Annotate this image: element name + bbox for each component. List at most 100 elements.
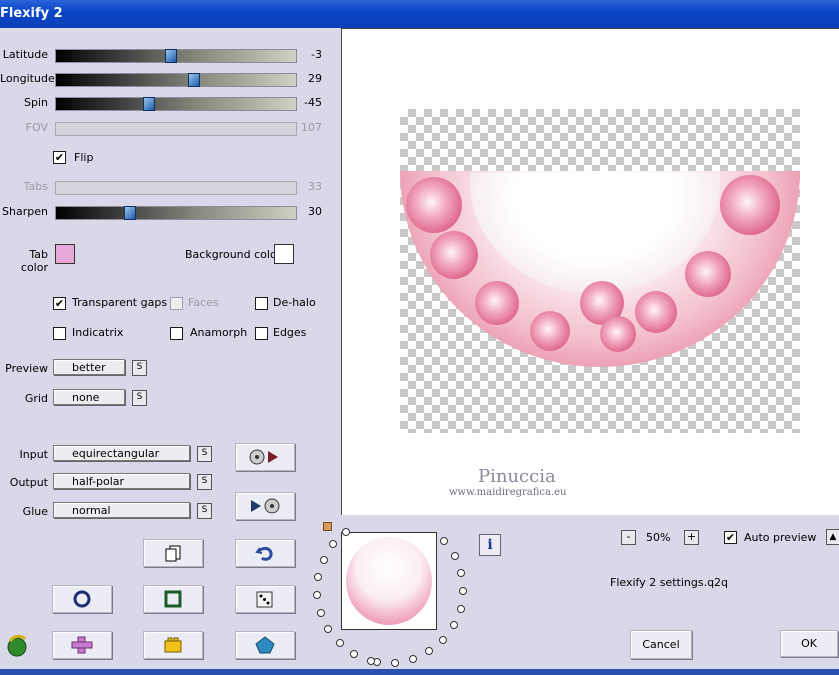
navigator-dot[interactable] [459, 587, 467, 595]
spin-slider-thumb[interactable] [143, 97, 155, 111]
cancel-button[interactable]: Cancel [630, 630, 692, 659]
square-icon [164, 590, 182, 608]
latitude-slider[interactable] [55, 49, 297, 63]
navigator-dot[interactable] [457, 569, 465, 577]
anamorph-checkbox[interactable] [170, 327, 183, 340]
input-projection-select[interactable]: equirectangular [53, 445, 190, 461]
app-logo [4, 633, 30, 660]
square-shape-button[interactable] [143, 585, 203, 613]
longitude-value: 29 [308, 72, 322, 85]
window-bottom-border [0, 669, 839, 675]
sharpen-slider-thumb[interactable] [124, 206, 136, 220]
output-s-button[interactable]: S [197, 474, 212, 490]
rose-shape [635, 291, 677, 333]
brick-button[interactable] [143, 631, 203, 659]
longitude-slider-thumb[interactable] [188, 73, 200, 87]
transparent-gaps-label: Transparent gaps [72, 296, 168, 309]
latitude-slider-thumb[interactable] [165, 49, 177, 63]
navigator-dot[interactable] [350, 650, 358, 658]
navigator-dot[interactable] [425, 647, 433, 655]
zoom-in-button[interactable]: + [684, 530, 699, 545]
navigator-dot[interactable] [320, 556, 328, 564]
de-halo-label: De-halo [273, 296, 316, 309]
anamorph-label: Anamorph [190, 326, 248, 339]
navigator-dot[interactable] [391, 659, 399, 667]
background-color-label: Background color [185, 248, 282, 261]
flip-label: Flip [74, 151, 94, 164]
glue-label: Glue [22, 505, 48, 518]
cross-icon [71, 636, 93, 654]
navigator-dot[interactable] [457, 605, 465, 613]
navigator-dot[interactable] [314, 573, 322, 581]
output-projection-select[interactable]: half-polar [53, 473, 190, 489]
navigator-dot[interactable] [450, 621, 458, 629]
edges-checkbox[interactable] [255, 327, 268, 340]
pentagon-shape-button[interactable] [235, 631, 295, 659]
spin-slider[interactable] [55, 97, 297, 111]
tabs-slider[interactable] [55, 181, 297, 195]
input-browse-button[interactable] [235, 443, 295, 471]
longitude-slider[interactable] [55, 73, 297, 87]
settings-filename: Flexify 2 settings.q2q [610, 576, 729, 589]
input-s-button[interactable]: S [197, 446, 212, 462]
watermark-name: Pinuccia [478, 466, 556, 487]
glue-s-button[interactable]: S [197, 503, 212, 519]
sharpen-value: 30 [308, 205, 322, 218]
navigator-thumbnail[interactable] [341, 532, 437, 630]
rose-shape [475, 281, 519, 325]
indicatrix-checkbox[interactable] [53, 327, 66, 340]
navigator-dot[interactable] [342, 528, 350, 536]
auto-preview-checkbox[interactable]: ✔ [724, 531, 737, 544]
navigator-dot[interactable] [317, 609, 325, 617]
glue-select[interactable]: normal [53, 502, 190, 518]
navigator-dot[interactable] [329, 540, 337, 548]
grid-select[interactable]: none [53, 389, 125, 405]
undo-button[interactable] [235, 539, 295, 567]
faces-label: Faces [188, 296, 219, 309]
info-button[interactable]: i [479, 534, 501, 556]
faces-checkbox[interactable] [170, 297, 183, 310]
thumbnail-globe [346, 537, 432, 625]
edges-label: Edges [273, 326, 307, 339]
navigator-dot[interactable] [439, 636, 447, 644]
collapse-up-button[interactable]: ▲ [826, 529, 839, 545]
cross-shape-button[interactable] [52, 631, 112, 659]
dice-icon [256, 591, 273, 608]
navigator-dot[interactable] [324, 625, 332, 633]
tabs-value: 33 [308, 180, 322, 193]
tab-color-swatch[interactable] [55, 244, 75, 264]
sharpen-slider[interactable] [55, 206, 297, 220]
input-label: Input [19, 448, 48, 461]
random-button[interactable] [235, 585, 295, 613]
copy-button[interactable] [143, 539, 203, 567]
grid-s-button[interactable]: S [132, 390, 147, 406]
navigator-dot[interactable] [440, 537, 448, 545]
preview-label: Preview [5, 362, 48, 375]
preview-canvas[interactable] [341, 28, 839, 515]
rose-shape [530, 311, 570, 351]
disc-play-icon [249, 449, 278, 465]
flip-checkbox[interactable]: ✔ [53, 151, 66, 164]
tab-color-label: Tab color [20, 248, 48, 274]
slider-label-latitude: Latitude [2, 48, 48, 61]
zoom-out-button[interactable]: - [621, 530, 636, 545]
navigator-dot[interactable] [313, 591, 321, 599]
navigator-dot[interactable] [409, 655, 417, 663]
navigator-dot[interactable] [336, 639, 344, 647]
navigator-dot[interactable] [451, 552, 459, 560]
watermark-url: www.maidiregrafica.eu [449, 487, 567, 498]
ok-button[interactable]: OK [780, 630, 838, 657]
fov-slider[interactable] [55, 122, 297, 136]
output-browse-button[interactable] [235, 492, 295, 520]
circle-shape-button[interactable] [52, 585, 112, 613]
navigator-handle[interactable] [323, 522, 332, 531]
de-halo-checkbox[interactable] [255, 297, 268, 310]
slider-label-sharpen: Sharpen [2, 205, 48, 218]
background-color-swatch[interactable] [274, 244, 294, 264]
navigator-dot[interactable] [367, 657, 375, 665]
rose-shape [720, 175, 780, 235]
preview-quality-select[interactable]: better [53, 359, 125, 375]
preview-s-button[interactable]: S [132, 360, 147, 376]
transparent-gaps-checkbox[interactable]: ✔ [53, 297, 66, 310]
transparent-background [400, 109, 800, 433]
